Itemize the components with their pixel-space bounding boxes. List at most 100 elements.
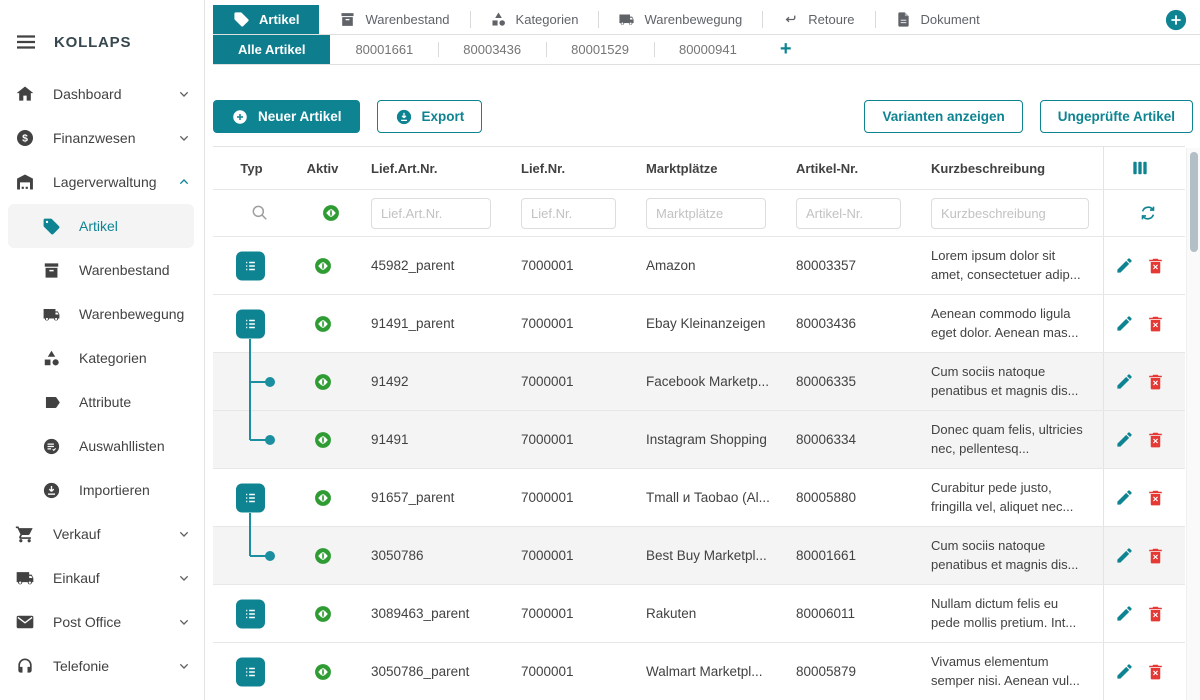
edit-button[interactable] bbox=[1115, 662, 1134, 681]
show-variants-button[interactable]: Varianten anzeigen bbox=[864, 100, 1022, 133]
delete-button[interactable] bbox=[1146, 604, 1165, 623]
subtab-80000941[interactable]: 80000941 bbox=[654, 35, 762, 64]
sidebar-item-label: Dashboard bbox=[53, 86, 122, 102]
return-icon bbox=[782, 11, 799, 28]
active-filter-icon[interactable] bbox=[321, 203, 341, 223]
delete-button[interactable] bbox=[1146, 256, 1165, 275]
subtab-80003436[interactable]: 80003436 bbox=[438, 35, 546, 64]
categories-icon bbox=[490, 11, 507, 28]
add-tab-button[interactable] bbox=[1165, 9, 1187, 31]
article-list-icon[interactable] bbox=[236, 309, 265, 338]
edit-button[interactable] bbox=[1115, 256, 1134, 275]
tab-artikel[interactable]: Artikel bbox=[213, 5, 319, 34]
scrollbar-thumb[interactable] bbox=[1190, 152, 1198, 252]
edit-button[interactable] bbox=[1115, 546, 1134, 565]
sidebar-item-label: Warenbewegung bbox=[79, 306, 184, 322]
article-list-icon[interactable] bbox=[236, 483, 265, 512]
export-button[interactable]: Export bbox=[377, 100, 483, 133]
active-icon[interactable] bbox=[313, 604, 333, 624]
sidebar-item-lagerverwaltung[interactable]: Lagerverwaltung bbox=[0, 160, 204, 204]
sidebar-item-artikel[interactable]: Artikel bbox=[8, 204, 194, 248]
subtab-80001661[interactable]: 80001661 bbox=[330, 35, 438, 64]
sidebar-item-label: Kategorien bbox=[79, 350, 147, 366]
delete-button[interactable] bbox=[1146, 314, 1165, 333]
typ-filter-cell bbox=[213, 203, 290, 223]
active-icon[interactable] bbox=[313, 256, 333, 276]
sidebar-item-kategorien[interactable]: Kategorien bbox=[8, 336, 194, 380]
sidebar-item-auswahllisten[interactable]: Auswahllisten bbox=[8, 424, 194, 468]
sidebar-item-label: Lagerverwaltung bbox=[53, 174, 157, 190]
tab-kategorien[interactable]: Kategorien bbox=[470, 5, 599, 34]
sidebar-item-warenbestand[interactable]: Warenbestand bbox=[8, 248, 194, 292]
marktplaetze-filter-input[interactable] bbox=[646, 198, 766, 229]
tag-icon bbox=[40, 215, 62, 237]
article-list-icon[interactable] bbox=[236, 251, 265, 280]
sidebar-item-telefonie[interactable]: Telefonie bbox=[0, 644, 204, 688]
edit-button[interactable] bbox=[1115, 604, 1134, 623]
artikel-nr-cell: 80006011 bbox=[780, 606, 915, 621]
lief-art-nr-cell: 3050786 bbox=[355, 548, 505, 563]
table-row: 30507867000001Best Buy Marketpl...800016… bbox=[213, 527, 1185, 585]
sidebar-item-post-office[interactable]: Post Office bbox=[0, 600, 204, 644]
delete-button[interactable] bbox=[1146, 430, 1165, 449]
col-header-typ[interactable]: Typ bbox=[213, 161, 290, 176]
edit-button[interactable] bbox=[1115, 488, 1134, 507]
tab-retoure[interactable]: Retoure bbox=[762, 5, 874, 34]
delete-button[interactable] bbox=[1146, 488, 1165, 507]
menu-icon[interactable] bbox=[14, 30, 38, 54]
kurzbeschreibung-filter-input[interactable] bbox=[931, 198, 1089, 229]
article-list-icon[interactable] bbox=[236, 657, 265, 686]
lief-nr-filter-input[interactable] bbox=[521, 198, 616, 229]
search-icon[interactable] bbox=[250, 203, 270, 223]
lief-art-nr-filter-input[interactable] bbox=[371, 198, 491, 229]
sidebar-item-einkauf[interactable]: Einkauf bbox=[0, 556, 204, 600]
tab-dokument[interactable]: Dokument bbox=[875, 5, 1000, 34]
edit-button[interactable] bbox=[1115, 314, 1134, 333]
unchecked-articles-button[interactable]: Ungeprüfte Artikel bbox=[1040, 100, 1193, 133]
delete-button[interactable] bbox=[1146, 546, 1165, 565]
new-article-button[interactable]: Neuer Artikel bbox=[213, 100, 360, 133]
subtab-alle-artikel[interactable]: Alle Artikel bbox=[213, 35, 330, 64]
active-icon[interactable] bbox=[313, 372, 333, 392]
tree-connector bbox=[249, 411, 251, 440]
sidebar-item-warenbewegung[interactable]: Warenbewegung bbox=[8, 292, 194, 336]
active-icon[interactable] bbox=[313, 662, 333, 682]
typ-cell bbox=[213, 295, 290, 352]
artikel-nr-filter-input[interactable] bbox=[796, 198, 901, 229]
main-content: ArtikelWarenbestandKategorienWarenbewegu… bbox=[205, 0, 1200, 700]
tab-warenbewegung[interactable]: Warenbewegung bbox=[598, 5, 762, 34]
col-header-marktplaetze[interactable]: Marktplätze bbox=[630, 161, 780, 176]
actions-cell bbox=[1103, 527, 1175, 584]
sidebar-item-verkauf[interactable]: Verkauf bbox=[0, 512, 204, 556]
delete-button[interactable] bbox=[1146, 372, 1165, 391]
col-header-lief-nr[interactable]: Lief.Nr. bbox=[505, 161, 630, 176]
subtab-80001529[interactable]: 80001529 bbox=[546, 35, 654, 64]
add-subtab-button[interactable]: + bbox=[762, 35, 810, 64]
artikel-nr-cell: 80003436 bbox=[780, 316, 915, 331]
refresh-icon[interactable] bbox=[1138, 203, 1158, 223]
tab-warenbestand[interactable]: Warenbestand bbox=[319, 5, 469, 34]
active-icon[interactable] bbox=[313, 546, 333, 566]
columns-icon[interactable] bbox=[1130, 158, 1150, 178]
article-list-icon[interactable] bbox=[236, 599, 265, 628]
col-header-aktiv[interactable]: Aktiv bbox=[290, 161, 355, 176]
sidebar-item-attribute[interactable]: Attribute bbox=[8, 380, 194, 424]
table-row: 3050786_parent7000001Walmart Marketpl...… bbox=[213, 643, 1185, 700]
active-icon[interactable] bbox=[313, 430, 333, 450]
sidebar-item-finanzwesen[interactable]: $Finanzwesen bbox=[0, 116, 204, 160]
sidebar-item-importieren[interactable]: Importieren bbox=[8, 468, 194, 512]
kurzbeschreibung-cell: Curabitur pede justo, fringilla vel, ali… bbox=[915, 479, 1103, 517]
active-icon[interactable] bbox=[313, 314, 333, 334]
col-header-kurzbeschreibung[interactable]: Kurzbeschreibung bbox=[915, 161, 1103, 176]
active-icon[interactable] bbox=[313, 488, 333, 508]
delete-button[interactable] bbox=[1146, 662, 1165, 681]
unchecked-articles-label: Ungeprüfte Artikel bbox=[1058, 109, 1175, 124]
col-header-lief-art-nr[interactable]: Lief.Art.Nr. bbox=[355, 161, 505, 176]
sidebar-item-dashboard[interactable]: Dashboard bbox=[0, 72, 204, 116]
edit-button[interactable] bbox=[1115, 430, 1134, 449]
lief-nr-cell: 7000001 bbox=[505, 432, 630, 447]
typ-cell bbox=[213, 643, 290, 700]
lief-nr-cell: 7000001 bbox=[505, 664, 630, 679]
edit-button[interactable] bbox=[1115, 372, 1134, 391]
col-header-artikel-nr[interactable]: Artikel-Nr. bbox=[780, 161, 915, 176]
